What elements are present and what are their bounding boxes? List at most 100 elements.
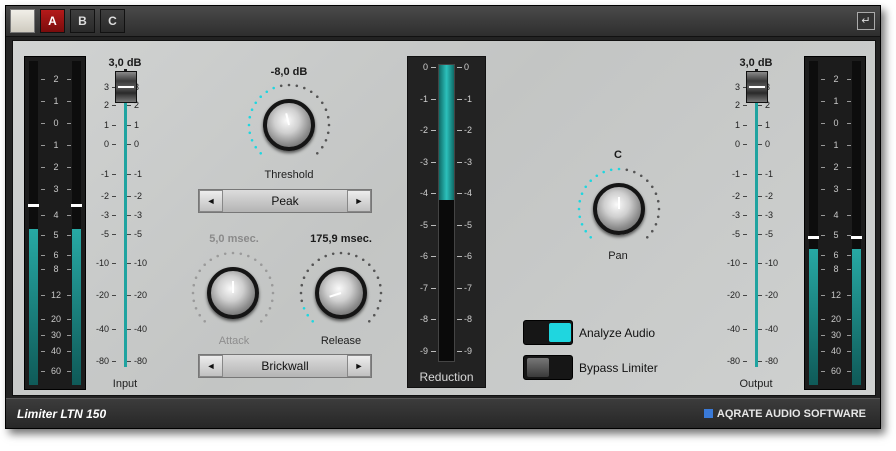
fader-tick-label: -1 — [96, 169, 116, 179]
input-label: Input — [112, 378, 138, 390]
input-meter-peak-right — [71, 203, 82, 207]
pan-knob-cap[interactable] — [593, 183, 645, 235]
knob-dot — [339, 251, 343, 255]
mode-prev-arrow-icon[interactable]: ◄ — [199, 190, 223, 212]
fader-tick-label: 3 — [727, 82, 747, 92]
reduction-tick-label: -5 — [412, 220, 436, 230]
bypass-limiter-toggle[interactable] — [523, 355, 573, 380]
type-next-arrow-icon[interactable]: ► — [347, 355, 371, 377]
knob-dot — [300, 283, 304, 287]
threshold-knob-cap[interactable] — [263, 99, 315, 151]
knob-dot — [589, 179, 593, 183]
input-meter-peak-left — [28, 203, 39, 207]
knob-dot — [279, 84, 283, 88]
type-selector[interactable]: ◄ Brickwall ► — [198, 354, 372, 378]
meter-tick-label: 5 — [39, 230, 73, 240]
meter-tick-label: 1 — [39, 96, 73, 106]
knob-dot — [645, 179, 649, 183]
knob-dot — [248, 115, 252, 119]
knob-dot — [303, 86, 306, 90]
knob-dot — [259, 95, 263, 99]
fader-tick-label: -20 — [727, 290, 747, 300]
type-selector-value: Brickwall — [261, 359, 309, 373]
color-swatch-button[interactable] — [10, 9, 35, 33]
fader-tick-label: -1 — [727, 169, 747, 179]
meter-tick-label: 20 — [819, 314, 853, 324]
preset-tab-a[interactable]: A — [40, 9, 65, 33]
fader-tick-label: -40 — [96, 324, 116, 334]
fader-tick-label: -40 — [727, 324, 747, 334]
output-level-meter: 2 1 0 1 2 3 4 5 6 8 12 20 30 40 60 — [804, 56, 866, 390]
knob-dot — [378, 299, 382, 303]
knob-dot — [379, 291, 383, 295]
knob-dot — [203, 319, 207, 323]
knob-dot — [223, 252, 227, 256]
fader-tick-label: -3 — [757, 210, 774, 220]
fader-tick-label: -80 — [727, 356, 747, 366]
knob-dot — [306, 269, 310, 273]
mode-next-arrow-icon[interactable]: ► — [347, 190, 371, 212]
meter-tick-label: 8 — [819, 264, 853, 274]
analyze-audio-toggle-thumb — [549, 323, 571, 342]
threshold-value: -8,0 dB — [270, 66, 308, 78]
reduction-tick-label: -3 — [456, 156, 473, 167]
output-meter-fill-left — [809, 248, 818, 385]
brand-name: AQRATE AUDIO SOFTWARE — [716, 408, 866, 420]
attack-label: Attack — [218, 335, 250, 347]
knob-dot — [580, 192, 584, 195]
output-fader-handle[interactable] — [746, 71, 768, 103]
knob-dot — [378, 283, 382, 287]
knob-dot — [320, 145, 324, 149]
release-knob[interactable] — [295, 247, 387, 339]
input-fader-handle[interactable] — [115, 71, 137, 103]
plugin-window: A B C ↵ 2 1 0 1 2 3 4 5 6 8 12 20 30 40 60 3,0 dB 3210… — [5, 5, 881, 429]
knob-dot — [656, 199, 660, 203]
meter-tick-label: 40 — [819, 346, 853, 356]
knob-dot — [577, 207, 581, 211]
knob-dot — [287, 83, 291, 87]
undo-arrow-icon[interactable]: ↵ — [857, 12, 875, 30]
knob-dot — [578, 199, 582, 203]
fader-tick-label: 1 — [727, 120, 747, 130]
knob-dot — [248, 131, 252, 135]
attack-knob-cap[interactable] — [207, 267, 259, 319]
meter-tick-label: 1 — [39, 140, 73, 150]
input-fader[interactable]: 3210-1-2-3-5-10-20-40-803210-1-2-3-5-10-… — [96, 69, 156, 369]
input-fader-track — [124, 69, 127, 367]
analyze-audio-toggle[interactable] — [523, 320, 573, 345]
input-level-meter: 2 1 0 1 2 3 4 5 6 8 12 20 30 40 60 — [24, 56, 86, 390]
knob-dot — [259, 151, 263, 155]
knob-dot — [324, 108, 328, 111]
knob-dot — [654, 192, 658, 195]
knob-dot — [584, 229, 588, 233]
meter-tick-label: 6 — [39, 250, 73, 260]
fader-tick-label: 3 — [96, 82, 116, 92]
knob-dot — [209, 258, 213, 262]
preset-tab-b[interactable]: B — [70, 9, 95, 33]
knob-dot — [602, 170, 605, 174]
fader-tick-label: -40 — [757, 324, 779, 334]
preset-tab-c[interactable]: C — [100, 9, 125, 33]
knob-dot — [320, 101, 324, 105]
knob-dot — [270, 299, 274, 303]
mode-selector[interactable]: ◄ Peak ► — [198, 189, 372, 213]
output-fader[interactable]: 3210-1-2-3-5-10-20-40-803210-1-2-3-5-10-… — [727, 69, 787, 369]
fader-tick-label: 0 — [96, 139, 116, 149]
output-fader-fill — [755, 87, 758, 367]
reduction-tick-label: -7 — [456, 282, 473, 293]
knob-dot — [315, 151, 319, 155]
analyze-audio-label: Analyze Audio — [579, 326, 656, 340]
knob-dot — [194, 276, 198, 279]
knob-dot — [198, 269, 202, 273]
reduction-tick-label: -3 — [412, 157, 436, 167]
reduction-tick-label: -6 — [412, 251, 436, 261]
knob-dot — [299, 291, 303, 295]
attack-knob[interactable] — [187, 247, 279, 339]
type-prev-arrow-icon[interactable]: ◄ — [199, 355, 223, 377]
pan-knob[interactable] — [573, 163, 665, 255]
fader-tick-label: 2 — [96, 100, 116, 110]
threshold-knob[interactable] — [243, 79, 335, 171]
knob-dot — [633, 170, 636, 174]
release-knob-cap[interactable] — [315, 267, 367, 319]
knob-dot — [259, 263, 263, 267]
